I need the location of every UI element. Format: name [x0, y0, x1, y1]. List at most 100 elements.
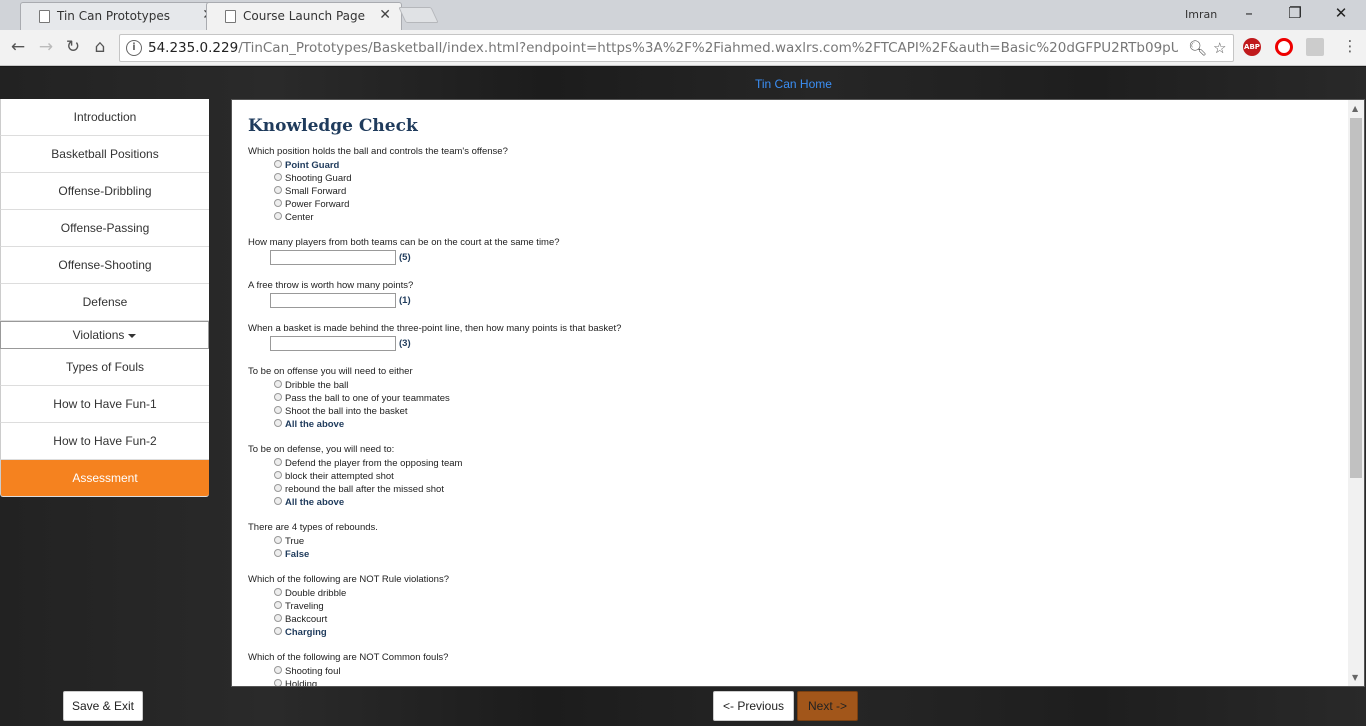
tab-strip: Tin Can Prototypes ✕ Course Launch Page … [0, 0, 1366, 30]
sidebar-item-offense-dribbling[interactable]: Offense-Dribbling [0, 173, 209, 210]
radio-button[interactable] [274, 173, 282, 182]
radio-button[interactable] [274, 186, 282, 195]
tin-can-home-link[interactable]: Tin Can Home [755, 77, 832, 91]
answer-option[interactable]: Defend the player from the opposing team [248, 457, 1338, 470]
menu-icon[interactable]: ⋮ [1340, 37, 1360, 55]
save-exit-button[interactable]: Save & Exit [63, 691, 143, 721]
radio-button[interactable] [274, 497, 282, 506]
back-icon[interactable]: ← [8, 37, 28, 57]
sidebar-item-introduction[interactable]: Introduction [0, 99, 209, 136]
answer-option[interactable]: Traveling [248, 600, 1338, 613]
sidebar-item-types-of-fouls[interactable]: Types of Fouls [0, 349, 209, 386]
scroll-up-icon[interactable]: ▲ [1352, 104, 1358, 113]
sidebar-item-how-to-have-fun-1[interactable]: How to Have Fun-1 [0, 386, 209, 423]
answer-option[interactable]: rebound the ball after the missed shot [248, 483, 1338, 496]
adblock-plus-icon[interactable]: ABP [1243, 38, 1261, 56]
pdf-icon[interactable] [1306, 38, 1324, 56]
answer-option[interactable]: Double dribble [248, 587, 1338, 600]
reload-icon[interactable]: ↻ [63, 37, 83, 57]
answer-option[interactable]: Power Forward [248, 198, 1338, 211]
scrollbar-thumb[interactable] [1350, 118, 1362, 478]
close-icon[interactable]: ✕ [379, 7, 391, 23]
radio-button[interactable] [274, 536, 282, 545]
option-label: Defend the player from the opposing team [285, 458, 463, 469]
sidebar-item-defense[interactable]: Defense [0, 284, 209, 321]
vertical-scrollbar[interactable]: ▲ ▼ [1348, 100, 1364, 686]
answer-option[interactable]: Charging [248, 626, 1338, 639]
sidebar-item-violations[interactable]: Violations [0, 321, 209, 349]
radio-button[interactable] [274, 614, 282, 623]
scroll-down-icon[interactable]: ▼ [1352, 673, 1358, 682]
answer-option[interactable]: All the above [248, 496, 1338, 509]
restore-icon[interactable]: ❐ [1285, 4, 1305, 22]
profile-name[interactable]: Imran [1185, 8, 1217, 21]
answer-option[interactable]: Shooting foul [248, 665, 1338, 678]
option-label: False [285, 549, 310, 560]
option-label: Charging [285, 627, 327, 638]
minimize-icon[interactable]: – [1239, 4, 1259, 22]
sidebar-item-how-to-have-fun-2[interactable]: How to Have Fun-2 [0, 423, 209, 460]
opera-icon[interactable]: O [1275, 38, 1293, 56]
sidebar-item-basketball-positions[interactable]: Basketball Positions [0, 136, 209, 173]
radio-button[interactable] [274, 666, 282, 675]
radio-button[interactable] [274, 458, 282, 467]
answer-option[interactable]: True [248, 535, 1338, 548]
option-label: Dribble the ball [285, 380, 349, 391]
answer-input[interactable] [270, 293, 396, 308]
answer-option[interactable]: block their attempted shot [248, 470, 1338, 483]
radio-button[interactable] [274, 380, 282, 389]
option-label: rebound the ball after the missed shot [285, 484, 444, 495]
option-label: Center [285, 212, 314, 223]
address-bar[interactable]: i 54.235.0.229/TinCan_Prototypes/Basketb… [119, 34, 1234, 62]
tab-title: Tin Can Prototypes [57, 9, 171, 23]
radio-button[interactable] [274, 419, 282, 428]
window-close-icon[interactable]: ✕ [1331, 4, 1351, 22]
answer-option[interactable]: Small Forward [248, 185, 1338, 198]
question-text: To be on defense, you will need to: [248, 444, 395, 455]
radio-button[interactable] [274, 199, 282, 208]
answer-option[interactable]: Point Guard [248, 159, 1338, 172]
radio-button[interactable] [274, 484, 282, 493]
radio-button[interactable] [274, 160, 282, 169]
sidebar-item-offense-passing[interactable]: Offense-Passing [0, 210, 209, 247]
radio-button[interactable] [274, 212, 282, 221]
option-label: Double dribble [285, 588, 347, 599]
forward-icon[interactable]: → [36, 37, 56, 57]
sidebar-item-assessment[interactable]: Assessment [0, 460, 209, 497]
answer-option[interactable]: False [248, 548, 1338, 561]
radio-button[interactable] [274, 393, 282, 402]
previous-button[interactable]: <- Previous [713, 691, 794, 721]
radio-button[interactable] [274, 588, 282, 597]
info-icon[interactable]: i [126, 40, 142, 56]
radio-button[interactable] [274, 406, 282, 415]
answer-option[interactable]: Shooting Guard [248, 172, 1338, 185]
next-button[interactable]: Next -> [797, 691, 858, 721]
question-text: When a basket is made behind the three-p… [248, 323, 622, 334]
radio-button[interactable] [274, 679, 282, 686]
answer-option[interactable]: Dribble the ball [248, 379, 1338, 392]
tab-tin-can-prototypes[interactable]: Tin Can Prototypes ✕ [20, 2, 225, 30]
question: There are 4 types of rebounds. True False [248, 522, 1338, 561]
answer-input[interactable] [270, 336, 396, 351]
answer-input[interactable] [270, 250, 396, 265]
new-tab-button[interactable] [398, 7, 439, 23]
radio-button[interactable] [274, 601, 282, 610]
answer-option[interactable]: Center [248, 211, 1338, 224]
home-icon[interactable]: ⌂ [90, 37, 110, 57]
radio-button[interactable] [274, 549, 282, 558]
zoom-icon[interactable]: 🔍︎ [1188, 39, 1207, 57]
answer-option[interactable]: Shoot the ball into the basket [248, 405, 1338, 418]
sidebar-item-label: Violations [72, 328, 125, 342]
answer-option[interactable]: Pass the ball to one of your teammates [248, 392, 1338, 405]
url-text[interactable]: 54.235.0.229/TinCan_Prototypes/Basketbal… [148, 40, 1178, 56]
radio-button[interactable] [274, 627, 282, 636]
radio-button[interactable] [274, 471, 282, 480]
answer-option[interactable]: Holding [248, 678, 1338, 686]
sidebar-item-offense-shooting[interactable]: Offense-Shooting [0, 247, 209, 284]
bookmark-star-icon[interactable]: ☆ [1213, 39, 1226, 57]
question-text: A free throw is worth how many points? [248, 280, 414, 291]
answer-option[interactable]: Backcourt [248, 613, 1338, 626]
answer-option[interactable]: All the above [248, 418, 1338, 431]
option-label: Small Forward [285, 186, 347, 197]
tab-course-launch-page[interactable]: Course Launch Page ✕ [206, 2, 402, 30]
